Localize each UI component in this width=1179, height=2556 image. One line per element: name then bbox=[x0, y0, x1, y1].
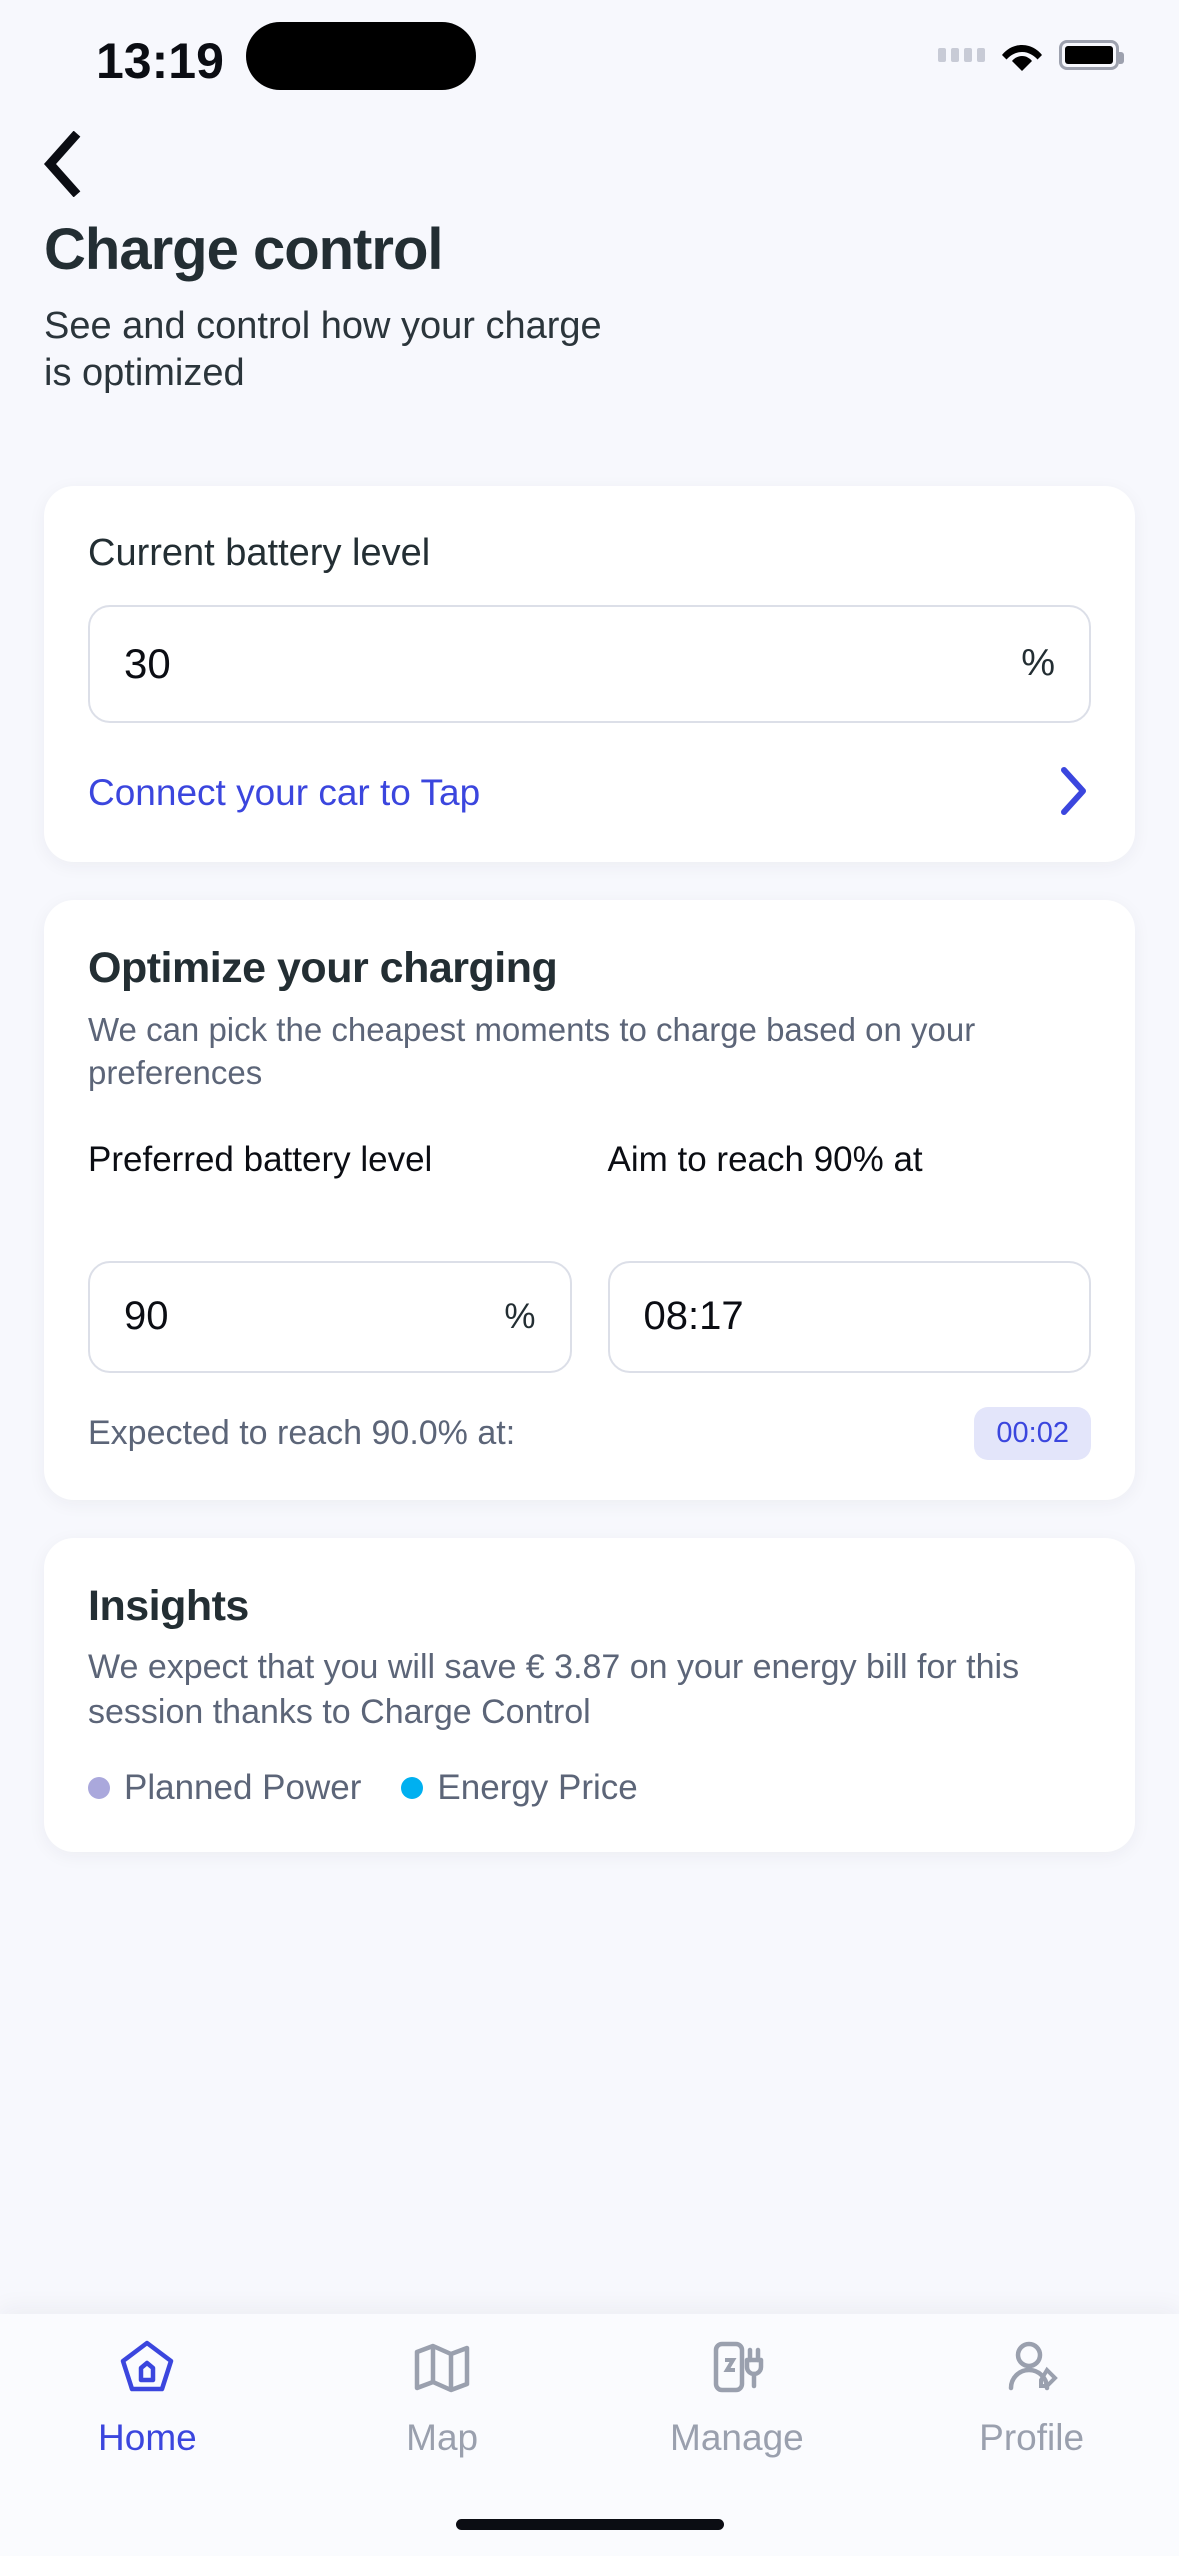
optimize-description: We can pick the cheapest moments to char… bbox=[88, 1010, 976, 1091]
preferred-battery-label: Preferred battery level bbox=[88, 1139, 433, 1179]
optimize-title: Optimize your charging bbox=[88, 943, 558, 992]
preferred-battery-input[interactable]: 90 % bbox=[88, 1260, 572, 1373]
aim-time-group: Aim to reach 90% at 08:17 bbox=[607, 1139, 1091, 1373]
current-battery-card: Current battery level 30 % Connect your … bbox=[44, 485, 1135, 862]
nav-label-home: Home bbox=[98, 2417, 197, 2458]
expected-reach-text: Expected to reach 90.0% at: bbox=[88, 1413, 516, 1452]
home-pentagon-icon bbox=[116, 2336, 178, 2403]
aim-time-input[interactable]: 08:17 bbox=[607, 1260, 1091, 1373]
preferred-battery-group: Preferred battery level 90 % bbox=[88, 1139, 572, 1373]
signal-dots-icon bbox=[938, 48, 985, 62]
nav-label-profile: Profile bbox=[979, 2417, 1085, 2458]
page-header: Charge control See and control how your … bbox=[0, 160, 1179, 398]
current-battery-unit: % bbox=[1021, 642, 1055, 685]
chevron-right-icon[interactable] bbox=[1057, 765, 1091, 822]
legend-label-planned-power: Planned Power bbox=[124, 1768, 362, 1808]
legend-dot-energy-price bbox=[401, 1777, 424, 1800]
nav-item-profile[interactable]: Profile bbox=[884, 2336, 1179, 2484]
current-battery-value: 30 bbox=[124, 639, 171, 687]
page-title: Charge control bbox=[44, 217, 444, 282]
preferred-battery-value: 90 bbox=[124, 1294, 169, 1339]
status-bar-indicators bbox=[938, 30, 1124, 80]
legend-dot-planned-power bbox=[88, 1777, 110, 1800]
battery-full-icon bbox=[1059, 40, 1124, 70]
expected-reach-row: Expected to reach 90.0% at: 00:02 bbox=[88, 1406, 1091, 1460]
home-indicator bbox=[455, 2519, 724, 2530]
connect-car-row[interactable]: Connect your car to Tap bbox=[88, 765, 1091, 822]
nav-label-map: Map bbox=[406, 2417, 479, 2458]
aim-time-value: 08:17 bbox=[643, 1294, 744, 1339]
insights-description: We expect that you will save € 3.87 on y… bbox=[88, 1647, 1020, 1731]
insights-title: Insights bbox=[88, 1581, 249, 1630]
status-bar: 13:19 bbox=[0, 0, 1179, 160]
insights-card: Insights We expect that you will save € … bbox=[44, 1537, 1135, 1853]
charger-plug-icon bbox=[706, 2336, 768, 2403]
legend-item-planned-power: Planned Power bbox=[88, 1768, 361, 1808]
nav-item-manage[interactable]: Manage bbox=[590, 2336, 885, 2484]
chart-legend: Planned Power Energy Price bbox=[88, 1768, 1091, 1808]
optimize-fields: Preferred battery level 90 % Aim to reac… bbox=[88, 1139, 1091, 1373]
aim-time-label: Aim to reach 90% at bbox=[607, 1139, 923, 1179]
dynamic-island bbox=[246, 22, 476, 90]
nav-label-manage: Manage bbox=[670, 2417, 804, 2458]
page-subtitle: See and control how your charge is optim… bbox=[44, 304, 602, 395]
current-battery-label: Current battery level bbox=[88, 531, 431, 574]
expected-reach-badge: 00:02 bbox=[974, 1406, 1091, 1460]
legend-item-energy-price: Energy Price bbox=[401, 1768, 638, 1808]
nav-item-map[interactable]: Map bbox=[295, 2336, 590, 2484]
connect-car-link[interactable]: Connect your car to Tap bbox=[88, 772, 480, 814]
profile-edit-icon bbox=[1001, 2336, 1063, 2403]
preferred-battery-unit: % bbox=[504, 1296, 536, 1336]
wifi-icon bbox=[1001, 39, 1043, 71]
scroll-content[interactable]: Charge control See and control how your … bbox=[0, 160, 1179, 2356]
legend-label-energy-price: Energy Price bbox=[437, 1768, 638, 1808]
optimize-charging-card: Optimize your charging We can pick the c… bbox=[44, 899, 1135, 1500]
bottom-navigation: Home Map Manage Profile bbox=[0, 2314, 1179, 2556]
map-icon bbox=[411, 2336, 473, 2403]
current-battery-input[interactable]: 30 % bbox=[88, 604, 1091, 723]
nav-item-home[interactable]: Home bbox=[0, 2336, 295, 2484]
